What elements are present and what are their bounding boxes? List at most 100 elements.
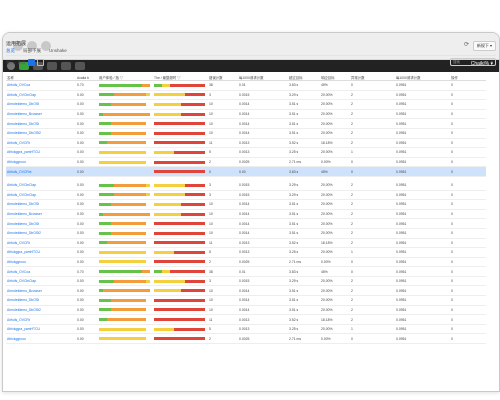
column-header[interactable]: The / 最整超时 ▽ [153,68,208,81]
app-name-link[interactable]: Africkggra_yamHTCU [6,247,76,258]
table-row[interactable]: Airnoteldemo_DbOSt2 0.00 10 0.0014 3.51 s 20.… [6,228,486,239]
column-header[interactable]: 超过目标 [288,68,320,81]
table-row[interactable]: Africkggrcoo 0.00 2 0.0025 2.71 ms 0.00% 0 0.09… [6,333,486,345]
cell-c8: 2 [350,128,395,139]
cell-c4: 10 [208,209,238,220]
timeout-health-bar [154,260,205,264]
table-row[interactable]: Airnoteldemo_DbOSt2 0.00 10 0.0014 3.51 s 20.… [6,128,486,139]
app-name-link[interactable]: Africkggrcoo [6,157,76,168]
app-name-link[interactable]: Airfoils_OVCxa [6,266,76,277]
table-row[interactable]: Airnoteldemo_Bcowser 0.00 10 0.0014 3.51 s 20… [6,285,486,297]
ux-health-bar-cell [98,276,153,287]
table-row[interactable]: Africkggra_yamHTCU 0.00 5 0.0013 3.25 s 20.00… [6,324,486,335]
cell-c5: 0.0013 [238,147,288,158]
app-name-link[interactable]: Africkggra_yamHTCU [6,324,76,335]
column-header[interactable]: Availa b [76,68,98,81]
cell-c4: 2 [208,333,238,345]
search-input[interactable]: 搜索 ⌕ [450,58,496,66]
column-header[interactable]: 响应目标 [320,68,350,81]
app-name-link[interactable]: Airnoteldemo_Bcowser [6,209,76,220]
cell-a: 0.00 [76,285,98,297]
table-row[interactable]: Africkggrcoo 0.00 2 0.0025 2.71 ms 0.00% 0 0.09… [6,257,486,268]
app-name-link[interactable]: Airnoteldemo_Bcowser [6,109,76,120]
table-row[interactable]: Airnoteldemo_DbOSt 0.00 10 0.0014 3.51 s 20.0… [6,118,486,129]
app-name-link[interactable]: Airfoils_OVCleClap [6,276,76,287]
app-name-link[interactable]: Airnoteldemo_DbOSt2 [6,128,76,139]
app-name-link[interactable]: Airfoils_OVCRt [6,138,76,149]
bar-segment [102,212,150,216]
app-name-link[interactable]: Airnoteldemo_DbOSt [6,99,76,110]
cell-c10: 0 [450,199,486,210]
app-name-link[interactable]: Airnoteldemo_Bcowser [6,285,76,297]
cell-c9: 0.0951 [395,228,450,239]
column-header[interactable]: 名称 [6,68,76,81]
ux-health-bar-cell [98,324,153,335]
cell-c10: 0 [450,90,486,101]
timeout-health-bar [154,337,205,341]
timeout-health-bar-cell [153,128,208,139]
app-name-link[interactable]: Africkggrcoo [6,333,76,345]
column-header[interactable]: 每1000请求计数 [395,68,450,81]
table-row[interactable]: Airfoils_OVCRt 0.00 11 0.0013 3.52 s 18.18% 2 0… [6,238,486,249]
cell-c9: 0.0951 [395,257,450,268]
app-name-link[interactable]: Airfoils_OVCRt [6,314,76,325]
column-header[interactable]: 错误计数 [208,68,238,81]
view-toggle-list-icon[interactable] [27,59,35,66]
table-row[interactable]: Airfoils_OVCRt 0.00 11 0.0013 3.52 s 18.18% 2 0… [6,314,486,325]
app-name-link[interactable]: Airnoteldemo_DbOSt2 [6,228,76,239]
app-name-link[interactable]: Airnoteldemo_DbOSt [6,218,76,229]
cell-c5: 0.0014 [238,128,288,139]
column-header[interactable]: 异常计数 [350,68,395,81]
table-row[interactable]: Airnoteldemo_Bcowser 0.00 10 0.0014 3.51 s 20… [6,209,486,220]
cell-c5: 0.0013 [238,138,288,149]
table-row[interactable]: Airnoteldemo_DbOSt 0.00 10 0.0014 3.51 s 20.0… [6,199,486,210]
table-row[interactable]: Africkggra_yamHTCU 0.00 5 0.0013 3.25 s 20.00… [6,147,486,158]
ux-health-bar [99,131,150,135]
cell-c10: 0 [450,180,486,191]
table-row[interactable]: Airfoils_OVCxa 0.70 38 0.01 3.83 s 45% 0 0.0951… [6,266,486,277]
table-row[interactable]: Airnoteldemo_DbOSt 0.00 10 0.0014 3.51 s 20.0… [6,218,486,229]
view-toggle-grid-icon[interactable] [36,59,44,66]
table-row[interactable]: Africkggra_yamHTCU 0.00 5 0.0013 3.25 s 20.00… [6,247,486,258]
app-name-link[interactable]: Airfoils_OVCleClap [6,190,76,201]
cell-c4: 5 [208,247,238,258]
table-row[interactable]: Airfoils_OVCleClap 0.00 3 0.0015 3.29 s 20.00… [6,276,486,287]
app-name-link[interactable]: Airnoteldemo_DbOSt [6,295,76,306]
table-row[interactable]: Airnoteldemo_DbOSt2 0.00 10 0.0014 3.51 s 20.… [6,305,486,316]
table-row[interactable]: Airfoils_OVCRt 0.00 11 0.0013 3.52 s 18.18% 2 0… [6,138,486,149]
filter-label[interactable]: 显示 · 选项 [6,60,26,66]
cell-c5: 0.01 [238,266,288,277]
bar-segment [110,102,146,106]
refresh-icon[interactable]: ⟳ [464,42,470,48]
table-row[interactable]: Airnoteldemo_DbOSt 0.00 10 0.0014 3.51 s 20.0… [6,99,486,110]
create-button[interactable]: 新规下 ▾ [472,41,496,51]
app-name-link[interactable]: Airfoils_OVCRxt [6,166,76,177]
bar-segment [181,102,205,106]
column-header[interactable]: 每1000请求计数 [238,68,288,81]
app-name-link[interactable]: Airfoils_OVCRt [6,238,76,249]
search-icon[interactable]: ⌕ [491,59,493,65]
column-header[interactable]: 用户体验 / 指 ▽ [98,68,153,81]
app-name-link[interactable]: Africkggra_yamHTCU [6,147,76,158]
table-row[interactable]: Airfoils_OVCleClap 0.00 3 0.0015 3.29 s 20.00… [6,190,486,201]
app-name-link[interactable]: Airnoteldemo_DbOSt2 [6,305,76,316]
table-row[interactable]: Airfoils_OVCleClap 0.00 3 0.0015 3.29 s 20.00… [6,90,486,101]
app-name-link[interactable]: Airnoteldemo_DbOSt [6,199,76,210]
bar-segment [185,93,205,97]
table-row[interactable]: Africkggrcoo 0.00 2 0.0025 2.71 ms 0.00% 0 0.09… [6,157,486,168]
table-row[interactable]: Airfoils_OVCxa 0.70 38 0.01 3.83 s 45% 0 0.0951… [6,80,486,91]
app-name-link[interactable]: Airfoils_OVCleClap [6,90,76,101]
table-row[interactable]: Airnoteldemo_Bcowser 0.00 10 0.0014 3.51 s 20… [6,109,486,120]
bar-segment [99,270,143,274]
app-name-link[interactable]: Africkggrcoo [6,257,76,268]
cell-c6: 3.25 s [288,247,320,258]
table-row[interactable]: Airnoteldemo_DbOSt 0.00 10 0.0014 3.51 s 20.0… [6,295,486,306]
table-row[interactable]: Airfoils_OVCleClap 0.00 3 0.0015 3.29 s 20.00… [6,180,486,191]
column-header[interactable]: 操作 [450,68,486,81]
app-name-link[interactable]: Airnoteldemo_DbOSt [6,118,76,129]
table-row[interactable]: Airfoils_OVCRxt 0.00 0 0.00 3.83 s 45% 0 0.0951… [6,166,486,177]
app-name-link[interactable]: Airfoils_OVCleClap [6,180,76,191]
app-name-link[interactable]: Airfoils_OVCxa [6,80,76,91]
cell-c10: 0 [450,324,486,335]
bar-segment [173,327,205,331]
